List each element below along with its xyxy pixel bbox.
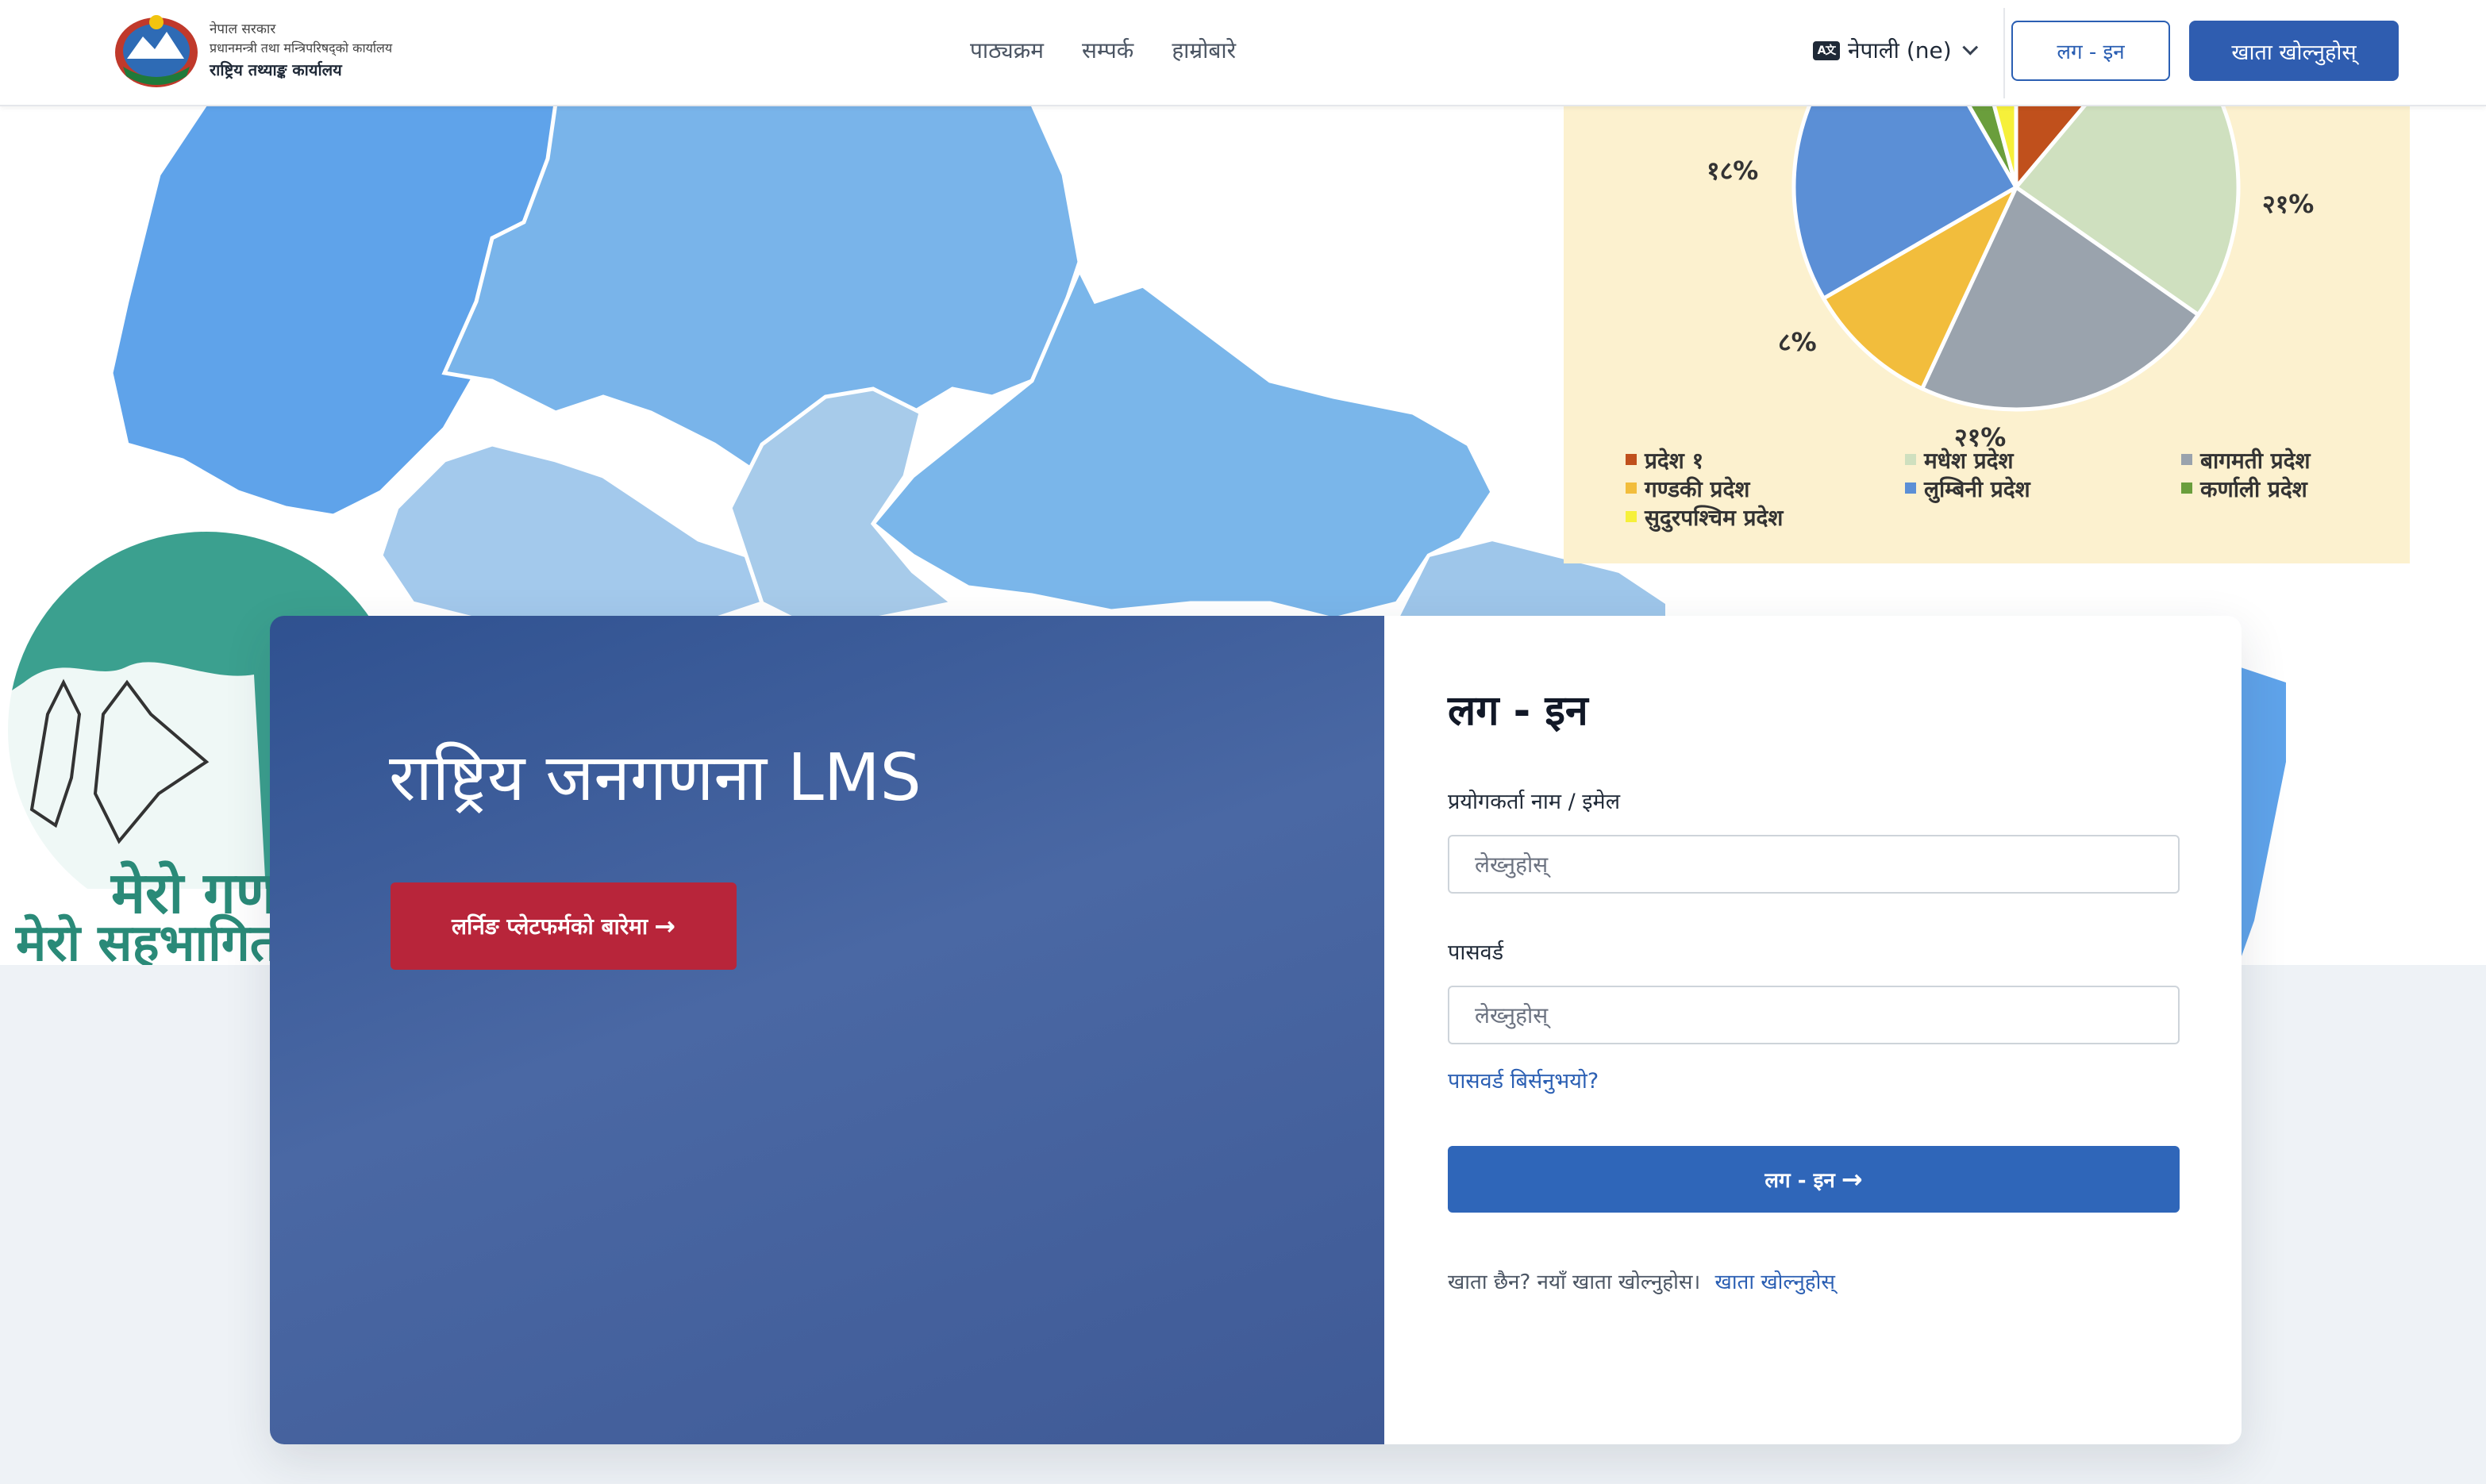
language-icon: A文	[1813, 41, 1840, 60]
brand-line-1: नेपाल सरकार	[210, 21, 276, 37]
legend-label: कर्णाली प्रदेश	[2199, 476, 2308, 502]
main-nav: पाठ्यक्रम सम्पर्क हाम्रोबारे	[970, 32, 1236, 70]
login-card: राष्ट्रिय जनगणना LMS लर्निङ प्लेटफर्मको …	[270, 616, 2242, 1444]
nav-link-courses[interactable]: पाठ्यक्रम	[970, 32, 1044, 70]
pie-percent-label: ८%	[1778, 327, 1817, 357]
legend-label: गण्डकी प्रदेश	[1644, 476, 1750, 502]
nav-link-about[interactable]: हाम्रोबारे	[1172, 32, 1236, 70]
signup-link[interactable]: खाता खोल्नुहोस्	[1715, 1271, 1835, 1294]
legend-swatch	[1905, 482, 1916, 494]
header-divider	[2003, 8, 2005, 98]
legend-label: सुदुरपश्चिम प्रदेश	[1644, 505, 1784, 532]
legend-swatch	[1626, 511, 1637, 522]
government-emblem-icon	[115, 15, 198, 87]
language-label: नेपाली (ne)	[1848, 37, 1952, 63]
legend-swatch	[1626, 454, 1637, 465]
pie-percent-label: १८%	[1707, 156, 1758, 186]
login-form-panel: लग - इन प्रयोगकर्ता नाम / इमेल पासवर्ड प…	[1384, 616, 2242, 1444]
lms-title: राष्ट्रिय जनगणना LMS	[389, 740, 922, 816]
login-submit-label: लग - इन	[1764, 1169, 1835, 1193]
login-submit-button[interactable]: लग - इन →	[1448, 1146, 2180, 1213]
brand-line-3: राष्ट्रिय तथ्याङ्क कार्यालय	[210, 60, 342, 79]
legend-swatch	[1905, 454, 1916, 465]
legend-swatch	[2181, 454, 2192, 465]
signup-prompt-text: खाता छैन? नयाँ खाता खोल्नुहोस।	[1448, 1271, 1701, 1294]
pie-percent-label: २१%	[2262, 189, 2314, 219]
signup-prompt: खाता छैन? नयाँ खाता खोल्नुहोस। खाता खोल्…	[1448, 1267, 1835, 1295]
arrow-right-icon: →	[654, 911, 675, 941]
lms-intro-panel: राष्ट्रिय जनगणना LMS लर्निङ प्लेटफर्मको …	[270, 616, 1384, 1444]
brand-logo-link[interactable]: नेपाल सरकार प्रधानमन्त्री तथा मन्त्रिपरि…	[111, 11, 392, 90]
legend-label: लुम्बिनी प्रदेश	[1923, 476, 2031, 503]
brand-line-2: प्रधानमन्त्री तथा मन्त्रिपरिषद्को कार्या…	[210, 40, 393, 56]
password-label: पासवर्ड	[1448, 940, 1504, 965]
arrow-right-icon: →	[1841, 1164, 1863, 1194]
header-register-button[interactable]: खाता खोल्नुहोस्	[2189, 21, 2399, 81]
password-input[interactable]	[1448, 986, 2180, 1044]
username-label: प्रयोगकर्ता नाम / इमेल	[1448, 790, 1621, 814]
top-navbar: नेपाल सरकार प्रधानमन्त्री तथा मन्त्रिपरि…	[0, 0, 2486, 106]
legend-swatch	[2181, 482, 2192, 494]
forgot-password-link[interactable]: पासवर्ड बिर्सनुभयो?	[1448, 1065, 1599, 1094]
svg-text:मेरो सहभागिता: मेरो सहभागिता	[15, 913, 294, 965]
about-platform-button[interactable]: लर्निङ प्लेटफर्मको बारेमा →	[391, 882, 737, 970]
chevron-down-icon	[1961, 39, 1978, 56]
legend-swatch	[1626, 482, 1637, 494]
header-login-button[interactable]: लग - इन	[2011, 21, 2170, 81]
legend-label: बागमती प्रदेश	[2199, 448, 2311, 474]
username-input[interactable]	[1448, 835, 2180, 894]
nav-link-contact[interactable]: सम्पर्क	[1082, 32, 1133, 70]
legend-label: मधेश प्रदेश	[1923, 448, 2015, 474]
about-platform-label: लर्निङ प्लेटफर्मको बारेमा	[452, 913, 648, 940]
login-heading: लग - इन	[1448, 687, 1588, 735]
language-selector[interactable]: A文 नेपाली (ne)	[1813, 32, 1978, 70]
legend-label: प्रदेश १	[1644, 448, 1703, 474]
